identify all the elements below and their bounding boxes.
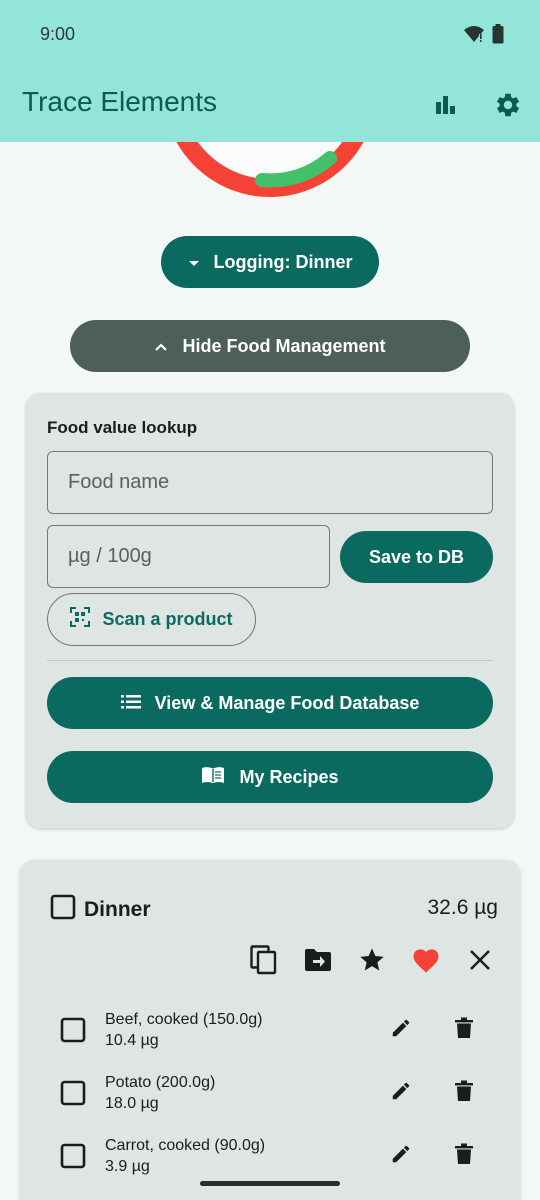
hide-food-management-button[interactable]: Hide Food Management bbox=[70, 320, 470, 372]
status-icons bbox=[464, 24, 504, 49]
food-name-placeholder: Food name bbox=[68, 471, 170, 493]
star-icon[interactable] bbox=[356, 944, 388, 976]
main-content[interactable]: Logging: Dinner Hide Food Management Foo… bbox=[0, 142, 540, 1200]
logging-meal-button[interactable]: Logging: Dinner bbox=[161, 236, 379, 288]
meal-actions bbox=[248, 944, 496, 976]
status-bar: 9:00 bbox=[0, 0, 540, 68]
item-amount: 10.4 µg bbox=[105, 1032, 159, 1049]
move-to-folder-icon[interactable] bbox=[302, 944, 334, 976]
delete-icon[interactable] bbox=[454, 1080, 474, 1107]
app-bar: Trace Elements bbox=[0, 68, 540, 142]
app-title: Trace Elements bbox=[22, 86, 218, 117]
qr-scan-icon bbox=[70, 607, 91, 632]
hide-food-management-label: Hide Food Management bbox=[182, 335, 386, 356]
status-time: 9:00 bbox=[40, 24, 76, 44]
meal-checkbox[interactable] bbox=[50, 894, 76, 926]
food-name-input[interactable]: Food name bbox=[47, 451, 493, 514]
scan-product-button[interactable]: Scan a product bbox=[47, 593, 256, 646]
save-to-db-button[interactable]: Save to DB bbox=[340, 531, 493, 583]
value-placeholder: µg / 100g bbox=[68, 545, 152, 567]
home-indicator[interactable] bbox=[200, 1181, 340, 1186]
copy-icon[interactable] bbox=[248, 944, 280, 976]
list-icon bbox=[120, 693, 141, 714]
my-recipes-label: My Recipes bbox=[239, 766, 339, 787]
item-checkbox[interactable] bbox=[60, 1080, 86, 1111]
my-recipes-button[interactable]: My Recipes bbox=[47, 751, 493, 803]
meal-item: Beef, cooked (150.0g) 10.4 µg bbox=[60, 1003, 490, 1059]
item-name: Potato (200.0g) bbox=[105, 1074, 216, 1091]
food-lookup-heading: Food value lookup bbox=[47, 418, 198, 437]
meal-card: Dinner 32.6 µg Beef, cooked (150.0g) 10.… bbox=[20, 860, 520, 1200]
view-manage-database-label: View & Manage Food Database bbox=[154, 692, 420, 713]
scan-product-label: Scan a product bbox=[102, 609, 233, 629]
logging-meal-label: Logging: Dinner bbox=[213, 251, 353, 272]
delete-icon[interactable] bbox=[454, 1143, 474, 1170]
edit-icon[interactable] bbox=[390, 1143, 412, 1170]
delete-icon[interactable] bbox=[454, 1017, 474, 1044]
settings-icon[interactable] bbox=[491, 88, 525, 122]
chevron-up-icon bbox=[154, 336, 168, 357]
edit-icon[interactable] bbox=[390, 1017, 412, 1044]
item-checkbox[interactable] bbox=[60, 1143, 86, 1174]
food-lookup-card: Food value lookup Food name µg / 100g Sa… bbox=[26, 393, 514, 828]
divider bbox=[47, 660, 493, 661]
item-name: Carrot, cooked (90.0g) bbox=[105, 1137, 266, 1154]
item-name: Beef, cooked (150.0g) bbox=[105, 1011, 263, 1028]
dropdown-arrow-icon bbox=[188, 252, 200, 273]
meal-header: Dinner bbox=[50, 894, 151, 926]
close-icon[interactable] bbox=[464, 944, 496, 976]
item-amount: 18.0 µg bbox=[105, 1095, 159, 1112]
heart-icon[interactable] bbox=[410, 944, 442, 976]
item-checkbox[interactable] bbox=[60, 1017, 86, 1048]
meal-item: Potato (200.0g) 18.0 µg bbox=[60, 1066, 490, 1122]
bar-chart-icon[interactable] bbox=[428, 88, 462, 122]
item-amount: 3.9 µg bbox=[105, 1158, 150, 1175]
view-manage-database-button[interactable]: View & Manage Food Database bbox=[47, 677, 493, 729]
progress-ring bbox=[176, 142, 364, 197]
battery-icon bbox=[492, 24, 504, 49]
meal-total: 32.6 µg bbox=[427, 896, 499, 919]
meal-name: Dinner bbox=[84, 898, 151, 921]
value-per-100g-input[interactable]: µg / 100g bbox=[47, 525, 330, 588]
meal-item: Carrot, cooked (90.0g) 3.9 µg bbox=[60, 1129, 490, 1185]
edit-icon[interactable] bbox=[390, 1080, 412, 1107]
book-icon bbox=[201, 766, 225, 789]
wifi-icon bbox=[464, 25, 484, 48]
